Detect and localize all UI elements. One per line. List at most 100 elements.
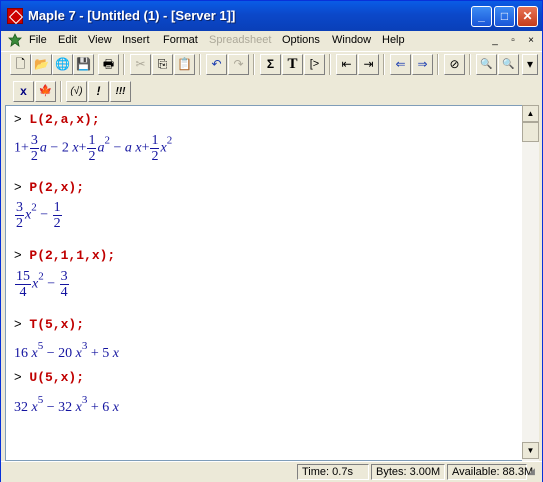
outdent-icon[interactable]: ⇤ <box>336 54 357 75</box>
numerator: 3 <box>59 269 69 285</box>
fraction: 12 <box>52 200 62 231</box>
print-icon[interactable]: 🖶 <box>98 54 119 75</box>
prompt-symbol: > <box>14 111 22 126</box>
exponent: 5 <box>37 394 44 406</box>
mdi-minimize-button[interactable]: _ <box>487 34 503 48</box>
menu-spreadsheet[interactable]: Spreadsheet <box>209 34 271 46</box>
status-time: Time: 0.7s <box>297 464 369 480</box>
input-line[interactable]: > L(2,a,x); <box>14 111 100 127</box>
math-var: x <box>112 400 119 415</box>
numerator: 1 <box>87 133 97 149</box>
toolbar-overflow-icon[interactable]: ▾ <box>522 54 538 75</box>
exponent: 5 <box>37 340 44 352</box>
math-var: a <box>124 140 132 156</box>
zoom-in-icon[interactable]: 🔍 <box>476 54 497 75</box>
menu-bar: File Edit View Insert Format Spreadsheet… <box>1 31 542 51</box>
title-bar[interactable]: Maple 7 - [Untitled (1) - [Server 1]] _ … <box>1 1 542 31</box>
undo-icon[interactable]: ↶ <box>206 54 227 75</box>
toolbar-separator <box>329 54 331 75</box>
mdi-restore-button[interactable]: ▫ <box>505 34 521 48</box>
cut-icon[interactable]: ✂ <box>130 54 151 75</box>
menu-format[interactable]: Format <box>163 34 198 46</box>
status-bar: Time: 0.7s Bytes: 3.00M Available: 88.3M… <box>1 461 542 482</box>
menu-file[interactable]: File <box>29 34 47 46</box>
math-operator: − <box>47 276 56 292</box>
menu-window[interactable]: Window <box>332 34 371 46</box>
vertical-scrollbar[interactable]: ▲ ▼ <box>522 105 539 461</box>
scroll-up-icon[interactable]: ▲ <box>522 105 539 122</box>
menu-help[interactable]: Help <box>382 34 405 46</box>
scroll-thumb[interactable] <box>522 122 539 142</box>
input-line[interactable]: > T(5,x); <box>14 316 84 332</box>
input-line[interactable]: > P(2,x); <box>14 179 84 195</box>
menu-view[interactable]: View <box>88 34 112 46</box>
fraction: 32 <box>29 133 39 164</box>
paste-icon[interactable]: 📋 <box>174 54 195 75</box>
output-expression: 15 4 x2 − 34 <box>14 269 70 300</box>
status-bytes: Bytes: 3.00M <box>371 464 445 480</box>
forward-arrow-icon[interactable]: ⇒ <box>412 54 433 75</box>
math-operator: − <box>113 140 122 156</box>
math-term: 1 <box>14 140 21 156</box>
exponent: 2 <box>104 134 110 147</box>
sigma-icon[interactable]: Σ <box>260 54 281 75</box>
maximize-button[interactable]: □ <box>494 6 515 27</box>
command-text[interactable]: U(5,x); <box>29 370 84 385</box>
input-line[interactable]: > U(5,x); <box>14 369 84 385</box>
maple-app-icon[interactable] <box>7 8 23 24</box>
stop-icon[interactable]: ⊘ <box>444 54 465 75</box>
menu-insert[interactable]: Insert <box>122 34 150 46</box>
command-text[interactable]: L(2,a,x); <box>29 112 99 127</box>
close-button[interactable]: ✕ <box>517 6 538 27</box>
scroll-down-icon[interactable]: ▼ <box>522 442 539 459</box>
maple-leaf-icon[interactable]: 🍁 <box>35 81 56 102</box>
exponent: 3 <box>81 394 88 406</box>
prompt-symbol: > <box>14 316 22 331</box>
evaluate-icon[interactable]: (√) <box>66 81 87 102</box>
math-operator: − <box>46 346 55 361</box>
math-operator: + <box>90 346 99 361</box>
text-mode-icon[interactable]: T <box>282 54 303 75</box>
toolbar-separator <box>199 54 201 75</box>
math-operator: + <box>141 140 150 156</box>
math-var: x <box>112 346 119 361</box>
window-title: Maple 7 - [Untitled (1) - [Server 1]] <box>28 8 236 23</box>
minimize-button[interactable]: _ <box>471 6 492 27</box>
numerator: 1 <box>150 133 160 149</box>
indent-icon[interactable]: ⇥ <box>358 54 379 75</box>
denominator: 2 <box>16 216 23 231</box>
math-term: 2 <box>61 140 69 156</box>
input-line[interactable]: > P(2,1,1,x); <box>14 247 115 263</box>
x-variable-icon[interactable]: x <box>13 81 34 102</box>
command-text[interactable]: T(5,x); <box>29 317 84 332</box>
copy-icon[interactable]: ⎘ <box>152 54 173 75</box>
context-toolbar: x 🍁 (√) ! !!! <box>1 79 542 104</box>
redo-icon[interactable]: ↷ <box>228 54 249 75</box>
execute-icon[interactable]: ! <box>88 81 109 102</box>
worksheet-area[interactable]: > L(2,a,x); 1+ 3 2 a − 2 x+ 1 2 a2 − a x+ 1 2 x2 … <box>5 105 524 461</box>
denominator: 2 <box>53 216 61 231</box>
back-arrow-icon[interactable]: ⇐ <box>390 54 411 75</box>
toolbar-separator <box>383 54 385 75</box>
numerator: 3 <box>15 200 24 216</box>
open-url-icon[interactable]: 🌐 <box>52 54 73 75</box>
open-folder-icon[interactable]: 📂 <box>31 54 52 75</box>
command-text[interactable]: P(2,x); <box>29 180 84 195</box>
zoom-out-icon[interactable]: 🔍 <box>498 54 519 75</box>
menu-edit[interactable]: Edit <box>58 34 77 46</box>
resize-grip-icon[interactable]: ◢ <box>528 466 540 480</box>
coefficient: 5 <box>102 346 110 361</box>
execute-all-icon[interactable]: !!! <box>110 81 131 102</box>
document-maple-icon[interactable] <box>8 33 22 47</box>
input-mode-icon[interactable]: [> <box>304 54 325 75</box>
coefficient: 20 <box>58 346 73 361</box>
new-file-icon[interactable]: 🗋 <box>10 54 31 75</box>
save-icon[interactable]: 💾 <box>73 54 94 75</box>
toolbar-separator <box>253 54 255 75</box>
menu-options[interactable]: Options <box>282 34 320 46</box>
command-text[interactable]: P(2,1,1,x); <box>29 248 115 263</box>
mdi-close-button[interactable]: × <box>523 34 539 48</box>
denominator: 2 <box>30 149 38 164</box>
coefficient: 32 <box>14 400 28 415</box>
output-expression: 3 2 x2 − 12 <box>14 200 63 231</box>
